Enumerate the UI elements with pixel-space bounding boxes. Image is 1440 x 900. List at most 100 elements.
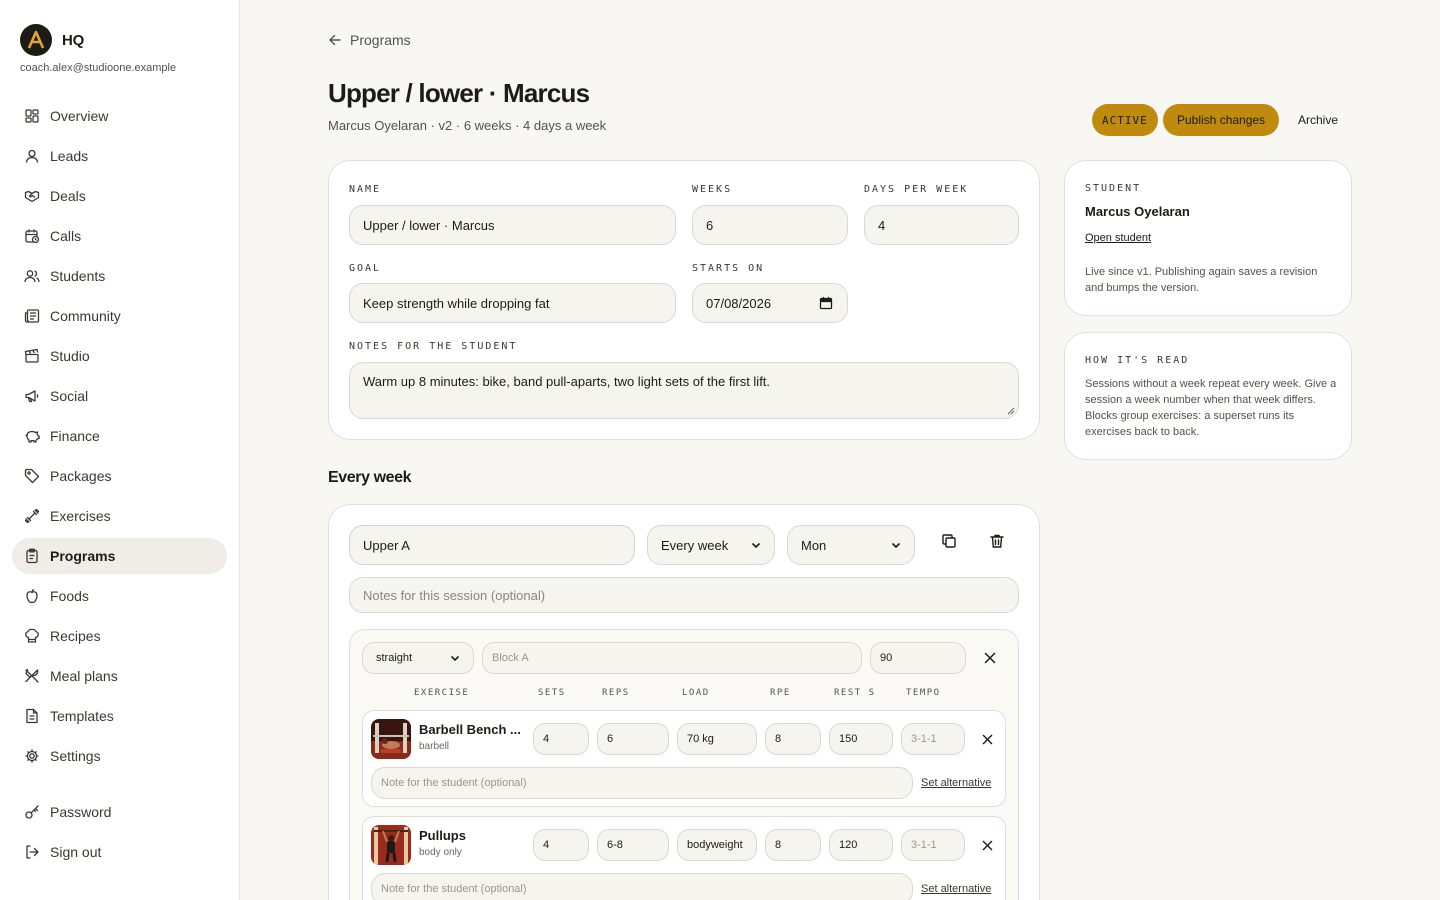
rpe-input[interactable]: 8 bbox=[765, 723, 821, 755]
brand-logo bbox=[20, 24, 52, 56]
sidebar-item-label: Meal plans bbox=[50, 668, 118, 684]
calendar-icon[interactable] bbox=[819, 296, 833, 310]
sidebar-item-calls[interactable]: Calls bbox=[12, 218, 227, 254]
reps-input[interactable]: 6-8 bbox=[597, 829, 669, 861]
sets-input[interactable]: 4 bbox=[533, 829, 589, 861]
session-day-select[interactable]: Mon bbox=[787, 525, 915, 565]
sidebar-item-sign-out[interactable]: Sign out bbox=[12, 834, 227, 870]
tempo-input[interactable]: 3-1-1 bbox=[901, 723, 965, 755]
sidebar-item-overview[interactable]: Overview bbox=[12, 98, 227, 134]
sidebar-item-packages[interactable]: Packages bbox=[12, 458, 227, 494]
sidebar-item-settings[interactable]: Settings bbox=[12, 738, 227, 774]
goal-input[interactable]: Keep strength while dropping fat bbox=[349, 283, 676, 323]
back-link[interactable]: Programs bbox=[328, 32, 411, 48]
close-icon bbox=[982, 734, 992, 744]
sidebar-item-leads[interactable]: Leads bbox=[12, 138, 227, 174]
logo-a-icon bbox=[27, 30, 45, 49]
student-name: Marcus Oyelaran bbox=[1085, 204, 1190, 219]
resize-handle-icon[interactable] bbox=[1007, 407, 1015, 415]
block-type-select[interactable]: straight bbox=[362, 642, 474, 674]
exercise-thumbnail bbox=[371, 719, 411, 759]
dumbbell-icon bbox=[24, 508, 40, 524]
clipboard-icon bbox=[26, 548, 38, 564]
column-header-load: LOAD bbox=[682, 688, 710, 698]
remove-exercise-button[interactable] bbox=[975, 833, 999, 857]
page-subtitle: Marcus Oyelaran · v2 · 6 weeks · 4 days … bbox=[328, 118, 607, 133]
program-details-card: NAME Upper / lower · Marcus WEEKS 6 DAYS… bbox=[328, 160, 1040, 440]
block-name-input[interactable]: Block A bbox=[482, 642, 862, 674]
block-rest-input[interactable]: 90 bbox=[870, 642, 966, 674]
sidebar-item-label: Packages bbox=[50, 468, 112, 484]
grid-icon bbox=[25, 109, 39, 123]
starts-on-date-input[interactable]: 07/08/2026 bbox=[692, 283, 848, 323]
sidebar-item-label: Community bbox=[50, 308, 121, 324]
user-icon bbox=[25, 149, 39, 163]
session-name-input[interactable]: Upper A bbox=[349, 525, 635, 565]
load-input[interactable]: bodyweight bbox=[677, 829, 757, 861]
rest-input[interactable]: 150 bbox=[829, 723, 893, 755]
sidebar-item-meal-plans[interactable]: Meal plans bbox=[12, 658, 227, 694]
how-its-read-card: HOW IT'S READ Sessions without a week re… bbox=[1064, 332, 1352, 460]
rest-input[interactable]: 120 bbox=[829, 829, 893, 861]
session-notes-input[interactable]: Notes for this session (optional) bbox=[349, 577, 1019, 613]
exercise-row: Barbell Bench ... barbell 4 6 70 kg 8 15… bbox=[362, 710, 1006, 807]
sidebar-item-recipes[interactable]: Recipes bbox=[12, 618, 227, 654]
exercise-note-input[interactable]: Note for the student (optional) bbox=[371, 767, 913, 799]
sidebar-item-finance[interactable]: Finance bbox=[12, 418, 227, 454]
weeks-input[interactable]: 6 bbox=[692, 205, 848, 245]
arrow-left-icon bbox=[329, 34, 341, 46]
sidebar-item-label: Sign out bbox=[50, 844, 102, 860]
sidebar-item-exercises[interactable]: Exercises bbox=[12, 498, 227, 534]
sets-input[interactable]: 4 bbox=[533, 723, 589, 755]
load-input[interactable]: 70 kg bbox=[677, 723, 757, 755]
page-title: Upper / lower · Marcus bbox=[328, 78, 590, 108]
sidebar-item-password[interactable]: Password bbox=[12, 794, 227, 830]
sidebar-item-label: Deals bbox=[50, 188, 86, 204]
remove-exercise-button[interactable] bbox=[975, 727, 999, 751]
sidebar-item-social[interactable]: Social bbox=[12, 378, 227, 414]
sidebar-item-community[interactable]: Community bbox=[12, 298, 227, 334]
archive-button[interactable]: Archive bbox=[1284, 104, 1352, 136]
name-input[interactable]: Upper / lower · Marcus bbox=[349, 205, 676, 245]
chevron-down-icon bbox=[450, 655, 460, 662]
handshake-icon bbox=[24, 190, 40, 203]
block-type-value: straight bbox=[376, 652, 413, 664]
sidebar-item-label: Overview bbox=[50, 108, 109, 124]
column-header-rpe: RPE bbox=[770, 688, 791, 698]
exercise-note-input[interactable]: Note for the student (optional) bbox=[371, 873, 913, 900]
tempo-input[interactable]: 3-1-1 bbox=[901, 829, 965, 861]
sidebar-item-studio[interactable]: Studio bbox=[12, 338, 227, 374]
remove-block-button[interactable] bbox=[978, 646, 1002, 670]
exercise-name[interactable]: Barbell Bench ... bbox=[419, 722, 521, 737]
days-per-week-input[interactable]: 4 bbox=[864, 205, 1019, 245]
set-alternative-link[interactable]: Set alternative bbox=[921, 777, 991, 789]
sidebar-item-programs[interactable]: Programs bbox=[12, 538, 227, 574]
session-repeat-select[interactable]: Every week bbox=[647, 525, 775, 565]
duplicate-session-button[interactable] bbox=[937, 529, 961, 553]
brand-name: HQ bbox=[62, 31, 85, 49]
sidebar-item-deals[interactable]: Deals bbox=[12, 178, 227, 214]
clapperboard-icon bbox=[24, 348, 39, 363]
exercise-row: Pullups body only 4 6-8 bodyweight 8 120… bbox=[362, 816, 1006, 900]
brand[interactable]: HQ bbox=[20, 24, 84, 56]
set-alternative-link[interactable]: Set alternative bbox=[921, 883, 991, 895]
piggy-bank-icon bbox=[25, 430, 40, 443]
log-out-icon bbox=[26, 845, 39, 859]
rpe-input[interactable]: 8 bbox=[765, 829, 821, 861]
publish-changes-button[interactable]: Publish changes bbox=[1163, 104, 1280, 136]
student-notes-textarea[interactable]: Warm up 8 minutes: bike, band pull-apart… bbox=[349, 362, 1019, 419]
open-student-link[interactable]: Open student bbox=[1085, 232, 1151, 244]
users-icon bbox=[24, 270, 40, 283]
apple-icon bbox=[26, 588, 38, 604]
sidebar-item-label: Finance bbox=[50, 428, 100, 444]
reps-input[interactable]: 6 bbox=[597, 723, 669, 755]
exercise-name[interactable]: Pullups bbox=[419, 828, 466, 843]
sidebar-item-label: Social bbox=[50, 388, 89, 404]
sidebar-item-foods[interactable]: Foods bbox=[12, 578, 227, 614]
delete-session-button[interactable] bbox=[985, 529, 1009, 553]
sidebar-item-label: Studio bbox=[50, 348, 90, 364]
sidebar-item-label: Exercises bbox=[50, 508, 111, 524]
sidebar-item-students[interactable]: Students bbox=[12, 258, 227, 294]
calendar-clock-icon bbox=[25, 229, 40, 244]
sidebar-item-templates[interactable]: Templates bbox=[12, 698, 227, 734]
